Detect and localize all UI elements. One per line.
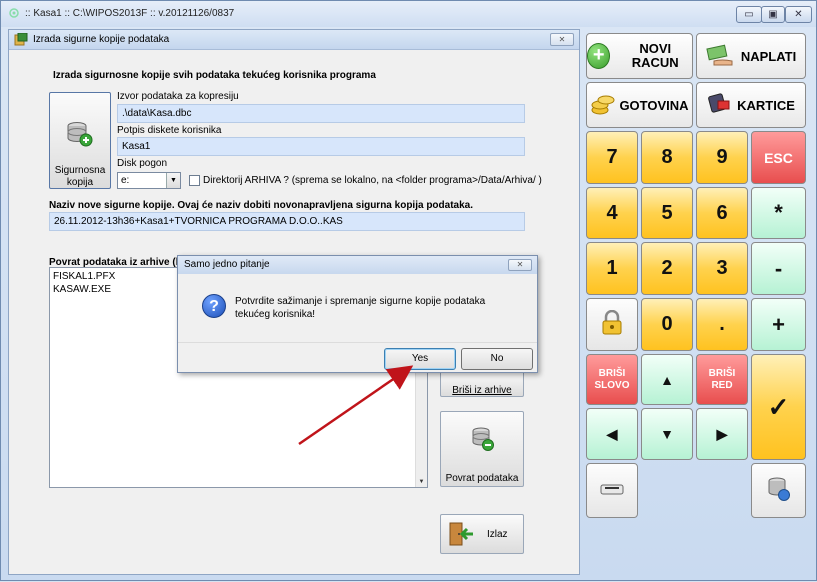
left-arrow-button[interactable]: ◀	[586, 408, 638, 460]
delete-row-button[interactable]: BRIŠI RED	[696, 354, 748, 405]
dot-button[interactable]: .	[696, 298, 748, 351]
key-1[interactable]: 1	[586, 242, 638, 295]
key-6[interactable]: 6	[696, 187, 748, 239]
key-7[interactable]: 7	[586, 131, 638, 184]
delete-row-label: BRIŠI RED	[708, 367, 736, 391]
down-arrow-button[interactable]: ▼	[641, 408, 693, 460]
delete-char-label: BRIŠI SLOVO	[594, 367, 630, 391]
esc-button[interactable]: ESC	[751, 131, 806, 184]
plus-button[interactable]: +	[751, 298, 806, 351]
database-button[interactable]	[751, 463, 806, 518]
database-icon	[767, 476, 791, 505]
money-hand-icon	[706, 43, 736, 70]
pay-button[interactable]: NAPLATI	[696, 33, 806, 79]
confirm-button[interactable]: ✓	[751, 354, 806, 460]
printer-icon	[599, 481, 625, 500]
pay-label: NAPLATI	[740, 48, 797, 64]
new-bill-label: NOVI RACUN	[631, 41, 679, 70]
main-window: :: Kasa1 :: C:\WIPOS2013F :: v.20121126/…	[0, 0, 817, 581]
add-icon: +	[587, 43, 611, 69]
cards-button[interactable]: KARTICE	[696, 82, 806, 128]
lock-icon	[600, 309, 624, 339]
new-bill-button[interactable]: + NOVI RACUN	[586, 33, 693, 79]
card-terminal-icon	[707, 92, 731, 118]
right-arrow-button[interactable]: ▶	[696, 408, 748, 460]
up-arrow-button[interactable]: ▲	[641, 354, 693, 405]
key-2[interactable]: 2	[641, 242, 693, 295]
key-5[interactable]: 5	[641, 187, 693, 239]
cash-button[interactable]: GOTOVINA	[586, 82, 693, 128]
lock-button[interactable]	[586, 298, 638, 351]
key-9[interactable]: 9	[696, 131, 748, 184]
delete-char-button[interactable]: BRIŠI SLOVO	[586, 354, 638, 405]
key-0[interactable]: 0	[641, 298, 693, 351]
key-8[interactable]: 8	[641, 131, 693, 184]
key-4[interactable]: 4	[586, 187, 638, 239]
multiply-button[interactable]: *	[751, 187, 806, 239]
cards-label: KARTICE	[737, 97, 795, 113]
key-3[interactable]: 3	[696, 242, 748, 295]
coins-icon	[590, 92, 616, 119]
printer-button[interactable]	[586, 463, 638, 518]
pos-keypad: + NOVI RACUN NAPLATI GOTOVINA KARTICE 7 …	[584, 31, 811, 520]
minus-button[interactable]: -	[751, 242, 806, 295]
cash-label: GOTOVINA	[619, 97, 689, 113]
